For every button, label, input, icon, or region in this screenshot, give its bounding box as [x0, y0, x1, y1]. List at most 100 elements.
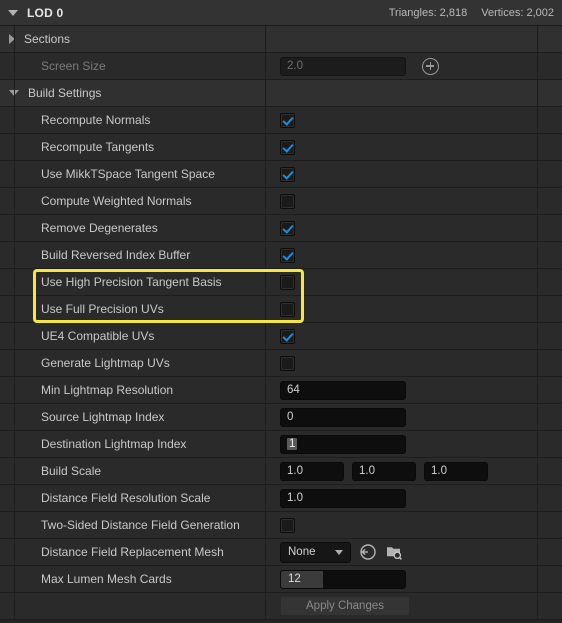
screen-size-value: 2.0	[287, 60, 303, 72]
column-separator-left	[14, 242, 15, 268]
min-lightmap-resolution-label: Min Lightmap Resolution	[41, 383, 174, 397]
row-distance-field-replacement-mesh[interactable]: Distance Field Replacement Mesh None	[0, 539, 562, 566]
column-separator-right	[537, 242, 538, 268]
row-distance-field-resolution-scale[interactable]: Distance Field Resolution Scale 1.0	[0, 485, 562, 512]
min-lightmap-resolution-input[interactable]: 64	[280, 380, 406, 400]
source-lightmap-index-value: 0	[287, 411, 294, 423]
build-reversed-index-buffer-checkbox[interactable]	[280, 247, 295, 263]
recompute-tangents-checkbox[interactable]	[280, 139, 295, 155]
row-generate-lightmap-uvs[interactable]: Generate Lightmap UVs	[0, 350, 562, 377]
max-lumen-mesh-cards-value: 12	[288, 573, 301, 585]
triangle-down-icon[interactable]	[8, 9, 18, 16]
destination-lightmap-index-label: Destination Lightmap Index	[41, 437, 187, 451]
column-separator-left	[14, 458, 15, 484]
row-two-sided-distance-field-generation[interactable]: Two-Sided Distance Field Generation	[0, 512, 562, 539]
build-scale-z-input[interactable]: 1.0	[424, 461, 488, 481]
max-lumen-mesh-cards-slider[interactable]: 12	[280, 569, 406, 589]
source-lightmap-index-label: Source Lightmap Index	[41, 410, 165, 424]
column-separator-left	[14, 53, 15, 79]
column-separator-left	[14, 26, 15, 52]
row-use-high-precision-tangent-basis[interactable]: Use High Precision Tangent Basis	[0, 269, 562, 296]
row-max-lumen-mesh-cards[interactable]: Max Lumen Mesh Cards 12	[0, 566, 562, 593]
distance-field-replacement-mesh-dropdown[interactable]: None	[280, 541, 351, 563]
row-apply-changes: Apply Changes	[0, 593, 562, 620]
row-build-settings[interactable]: Build Settings	[0, 80, 562, 107]
build-reversed-index-buffer-label: Build Reversed Index Buffer	[41, 248, 191, 262]
column-separator-right	[537, 80, 538, 106]
use-mikktspace-tangent-space-checkbox[interactable]	[280, 166, 295, 182]
generate-lightmap-uvs-label: Generate Lightmap UVs	[41, 356, 170, 370]
column-separator-left	[14, 215, 15, 241]
row-use-mikktspace-tangent-space[interactable]: Use MikkTSpace Tangent Space	[0, 161, 562, 188]
row-sections[interactable]: Sections	[0, 26, 562, 53]
distance-field-resolution-scale-input[interactable]: 1.0	[280, 488, 406, 508]
recompute-normals-checkbox[interactable]	[280, 112, 295, 128]
column-separator-right	[537, 215, 538, 241]
row-build-scale[interactable]: Build Scale 1.0 1.0 1.0	[0, 458, 562, 485]
column-separator-left	[14, 404, 15, 430]
distance-field-replacement-mesh-label: Distance Field Replacement Mesh	[41, 545, 224, 559]
screen-size-input[interactable]: 2.0	[280, 56, 406, 76]
chevron-down-icon	[335, 549, 343, 555]
row-recompute-normals[interactable]: Recompute Normals	[0, 107, 562, 134]
build-scale-x-input[interactable]: 1.0	[280, 461, 344, 481]
column-separator-right	[537, 161, 538, 187]
browse-asset-icon[interactable]	[385, 543, 403, 561]
row-remove-degenerates[interactable]: Remove Degenerates	[0, 215, 562, 242]
column-separator-right	[537, 593, 538, 619]
row-build-reversed-index-buffer[interactable]: Build Reversed Index Buffer	[0, 242, 562, 269]
column-separator-right	[537, 188, 538, 214]
column-separator-left	[14, 566, 15, 592]
column-separator-left	[14, 188, 15, 214]
column-separator-left	[14, 485, 15, 511]
ue4-compatible-uvs-checkbox[interactable]	[280, 328, 295, 344]
two-sided-distance-field-generation-checkbox[interactable]	[280, 517, 295, 533]
row-ue4-compatible-uvs[interactable]: UE4 Compatible UVs	[0, 323, 562, 350]
apply-changes-button[interactable]: Apply Changes	[280, 596, 410, 616]
column-separator-left	[14, 107, 15, 133]
column-separator-right	[537, 26, 538, 52]
remove-degenerates-label: Remove Degenerates	[41, 221, 158, 235]
column-separator-right	[537, 566, 538, 592]
use-high-precision-tangent-basis-checkbox[interactable]	[280, 274, 295, 290]
plus-circle-icon[interactable]	[422, 57, 439, 75]
column-separator-right	[537, 377, 538, 403]
column-separator-left	[14, 593, 15, 619]
column-separator-left	[14, 512, 15, 538]
distance-field-replacement-mesh-value: None	[288, 546, 316, 558]
recompute-normals-label: Recompute Normals	[41, 113, 151, 127]
ue4-compatible-uvs-label: UE4 Compatible UVs	[41, 329, 155, 343]
column-separator-left	[14, 431, 15, 457]
column-separator-left	[14, 323, 15, 349]
build-scale-y-input[interactable]: 1.0	[352, 461, 416, 481]
column-separator-left	[14, 377, 15, 403]
column-separator-right	[537, 485, 538, 511]
column-separator-right	[537, 296, 538, 322]
use-selected-asset-icon[interactable]	[359, 543, 377, 561]
use-full-precision-uvs-checkbox[interactable]	[280, 301, 295, 317]
destination-lightmap-index-input[interactable]: 1	[280, 434, 406, 454]
column-separator-left	[14, 134, 15, 160]
column-separator-right	[537, 404, 538, 430]
row-use-full-precision-uvs[interactable]: Use Full Precision UVs	[0, 296, 562, 323]
column-separator-right	[537, 350, 538, 376]
row-min-lightmap-resolution[interactable]: Min Lightmap Resolution 64	[0, 377, 562, 404]
remove-degenerates-checkbox[interactable]	[280, 220, 295, 236]
column-separator-left	[14, 269, 15, 295]
row-screen-size[interactable]: Screen Size 2.0	[0, 53, 562, 80]
compute-weighted-normals-checkbox[interactable]	[280, 193, 295, 209]
row-destination-lightmap-index[interactable]: Destination Lightmap Index 1	[0, 431, 562, 458]
lod-header[interactable]: LOD 0 Triangles: 2,818 Vertices: 2,002	[0, 0, 562, 26]
vertices-count: Vertices: 2,002	[481, 7, 554, 19]
row-compute-weighted-normals[interactable]: Compute Weighted Normals	[0, 188, 562, 215]
build-scale-y-value: 1.0	[359, 465, 375, 477]
column-separator-right	[537, 431, 538, 457]
source-lightmap-index-input[interactable]: 0	[280, 407, 406, 427]
generate-lightmap-uvs-checkbox[interactable]	[280, 355, 295, 371]
column-separator-left	[14, 296, 15, 322]
row-source-lightmap-index[interactable]: Source Lightmap Index 0	[0, 404, 562, 431]
column-separator-left	[14, 161, 15, 187]
lod-statistics: Triangles: 2,818 Vertices: 2,002	[389, 0, 554, 26]
column-separator-right	[537, 539, 538, 565]
row-recompute-tangents[interactable]: Recompute Tangents	[0, 134, 562, 161]
